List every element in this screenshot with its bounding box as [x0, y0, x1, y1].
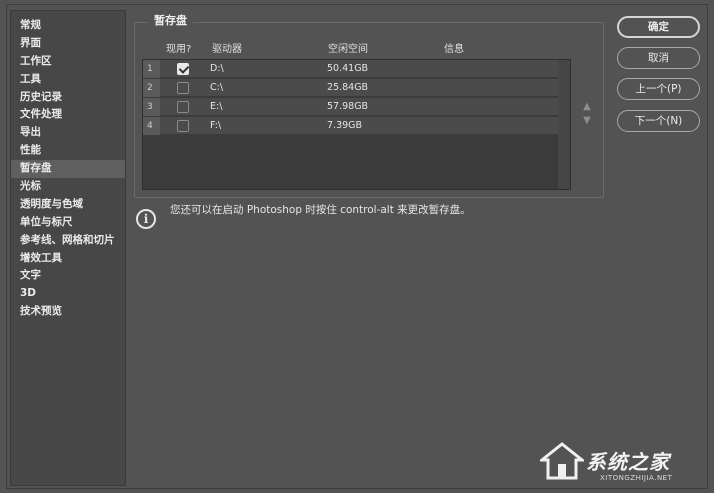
sidebar-item-tools[interactable]: 工具: [11, 71, 125, 89]
free-space-cell: 50.41GB: [327, 63, 369, 74]
triangle-down-icon[interactable]: ▼: [580, 114, 594, 128]
next-button[interactable]: 下一个(N): [617, 110, 700, 132]
column-header-free-space: 空闲空间: [328, 44, 368, 55]
active-checkbox[interactable]: [177, 101, 189, 113]
active-checkbox[interactable]: [177, 120, 189, 132]
row-index: 1: [143, 60, 160, 78]
scratch-disk-table: 1 D:\ 50.41GB 2 C:\ 25.84GB 3 E:\ 57.98G…: [142, 59, 571, 190]
row-index: 2: [143, 79, 160, 97]
watermark: 系统之家 XITONGZHIJIA.NET: [540, 440, 710, 490]
info-message: 您还可以在启动 Photoshop 时按住 control-alt 来更改暂存盘…: [170, 204, 471, 216]
sidebar-item-general[interactable]: 常规: [11, 17, 125, 35]
sidebar-item-cursors[interactable]: 光标: [11, 178, 125, 196]
free-space-cell: 25.84GB: [327, 82, 369, 93]
watermark-title: 系统之家: [586, 450, 670, 474]
reorder-controls: ▲ ▼: [580, 100, 594, 128]
table-scrollbar[interactable]: [558, 60, 570, 189]
ok-button[interactable]: 确定: [617, 16, 700, 38]
sidebar-item-guides-grid-slices[interactable]: 参考线、网格和切片: [11, 232, 125, 250]
drive-cell: D:\: [210, 63, 224, 74]
sidebar-item-export[interactable]: 导出: [11, 124, 125, 142]
sidebar-item-performance[interactable]: 性能: [11, 142, 125, 160]
row-index: 3: [143, 98, 160, 116]
house-logo-icon: [540, 442, 584, 480]
column-header-active: 现用?: [166, 44, 192, 55]
sidebar-item-history[interactable]: 历史记录: [11, 89, 125, 107]
active-checkbox[interactable]: [177, 82, 189, 94]
sidebar-item-file-handling[interactable]: 文件处理: [11, 106, 125, 124]
sidebar-item-type[interactable]: 文字: [11, 267, 125, 285]
drive-cell: F:\: [210, 120, 222, 131]
sidebar-item-scratch-disks[interactable]: 暂存盘: [11, 160, 125, 179]
group-title: 暂存盘: [148, 12, 193, 28]
sidebar-item-technology-previews[interactable]: 技术预览: [11, 303, 125, 321]
triangle-up-icon[interactable]: ▲: [580, 100, 594, 114]
column-header-info: 信息: [444, 44, 464, 55]
info-icon: i: [136, 209, 156, 229]
table-row[interactable]: 2 C:\ 25.84GB: [143, 79, 559, 97]
previous-button[interactable]: 上一个(P): [617, 78, 700, 100]
drive-cell: E:\: [210, 101, 223, 112]
table-row[interactable]: 1 D:\ 50.41GB: [143, 60, 559, 78]
table-row[interactable]: 4 F:\ 7.39GB: [143, 117, 559, 135]
sidebar-item-workspace[interactable]: 工作区: [11, 53, 125, 71]
active-checkbox[interactable]: [177, 63, 189, 75]
watermark-site: XITONGZHIJIA.NET: [600, 474, 673, 482]
preferences-sidebar: 常规 界面 工作区 工具 历史记录 文件处理 导出 性能 暂存盘 光标 透明度与…: [10, 10, 126, 486]
free-space-cell: 7.39GB: [327, 120, 363, 131]
sidebar-item-interface[interactable]: 界面: [11, 35, 125, 53]
sidebar-item-3d[interactable]: 3D: [11, 285, 125, 303]
sidebar-item-transparency-gamut[interactable]: 透明度与色域: [11, 196, 125, 214]
sidebar-item-units-rulers[interactable]: 单位与标尺: [11, 214, 125, 232]
table-row[interactable]: 3 E:\ 57.98GB: [143, 98, 559, 116]
sidebar-item-plugins[interactable]: 增效工具: [11, 250, 125, 268]
drive-cell: C:\: [210, 82, 224, 93]
column-header-drive: 驱动器: [212, 44, 242, 55]
cancel-button[interactable]: 取消: [617, 47, 700, 69]
free-space-cell: 57.98GB: [327, 101, 369, 112]
row-index: 4: [143, 117, 160, 135]
